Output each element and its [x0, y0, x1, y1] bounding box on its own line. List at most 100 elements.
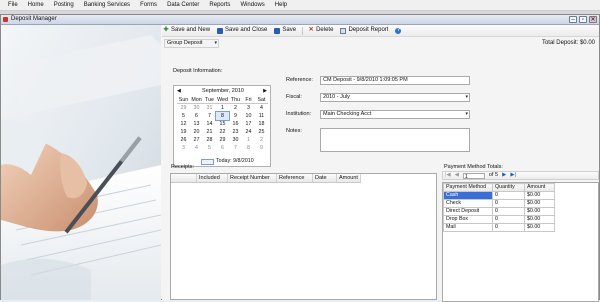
calendar-day[interactable]: 21: [203, 128, 216, 136]
calendar-day[interactable]: 9: [229, 112, 242, 120]
menu-reports[interactable]: Reports: [204, 0, 235, 11]
calendar-day[interactable]: 2: [255, 136, 268, 144]
menu-home[interactable]: Home: [23, 0, 49, 11]
menu-file[interactable]: File: [2, 0, 23, 11]
menu-data-center[interactable]: Data Center: [162, 0, 204, 11]
calendar-day[interactable]: 11: [255, 112, 268, 120]
table-row[interactable]: Mail 0 $0.00: [443, 223, 555, 232]
col-payment-method[interactable]: Payment Method: [443, 183, 493, 192]
calendar[interactable]: ◀ September, 2010 ▶ Sun Mon Tue Wed Thu Fri Sa…: [173, 85, 271, 167]
calendar-day[interactable]: 12: [177, 120, 190, 128]
calendar-day[interactable]: 29: [216, 136, 229, 144]
menu-banking-services[interactable]: Banking Services: [79, 0, 135, 11]
calendar-day[interactable]: 13: [190, 120, 203, 128]
calendar-day[interactable]: 6: [190, 112, 203, 120]
page-number-input[interactable]: 1: [462, 172, 485, 180]
calendar-day[interactable]: 23: [229, 128, 242, 136]
calendar-day[interactable]: 3: [177, 144, 190, 152]
amount-cell[interactable]: $0.00: [524, 207, 555, 216]
menu-posting[interactable]: Posting: [49, 0, 79, 11]
calendar-next-icon[interactable]: ▶: [263, 88, 267, 95]
deposit-report-button[interactable]: Deposit Report: [339, 26, 389, 35]
amount-cell[interactable]: $0.00: [524, 223, 555, 232]
save-and-new-button[interactable]: ✚ Save and New: [162, 26, 211, 35]
amount-cell[interactable]: $0.00: [524, 215, 555, 224]
calendar-day[interactable]: 1: [216, 104, 229, 112]
calendar-day[interactable]: 17: [242, 120, 255, 128]
calendar-day[interactable]: 7: [229, 144, 242, 152]
calendar-today[interactable]: Today: 9/8/2010: [201, 158, 254, 165]
calendar-day[interactable]: 26: [177, 136, 190, 144]
quantity-cell[interactable]: 0: [492, 207, 525, 216]
calendar-day[interactable]: 6: [216, 144, 229, 152]
col-amount[interactable]: Amount: [524, 183, 555, 192]
quantity-cell[interactable]: 0: [492, 199, 525, 208]
calendar-day[interactable]: 1: [242, 136, 255, 144]
quantity-cell[interactable]: 0: [492, 191, 525, 200]
quantity-cell[interactable]: 0: [492, 215, 525, 224]
col-quantity[interactable]: Quantity: [492, 183, 525, 192]
calendar-day[interactable]: 2: [229, 104, 242, 112]
calendar-day[interactable]: 20: [190, 128, 203, 136]
delete-label: Delete: [316, 27, 334, 33]
col-reference[interactable]: Reference: [277, 174, 313, 182]
calendar-day[interactable]: 14: [203, 120, 216, 128]
table-row[interactable]: Drop Box 0 $0.00: [443, 215, 555, 224]
calendar-day[interactable]: 3: [242, 104, 255, 112]
calendar-day[interactable]: 15: [216, 120, 229, 128]
table-row[interactable]: Cash 0 $0.00: [443, 191, 555, 200]
menu-windows[interactable]: Windows: [235, 0, 269, 11]
calendar-day[interactable]: 5: [177, 112, 190, 120]
save-button[interactable]: Save: [273, 26, 297, 35]
last-page-icon[interactable]: ▶|: [510, 172, 516, 179]
col-date[interactable]: Date: [313, 174, 337, 182]
amount-cell[interactable]: $0.00: [524, 199, 555, 208]
prev-page-icon[interactable]: ◀: [455, 172, 459, 179]
quantity-cell[interactable]: 0: [492, 223, 525, 232]
calendar-day[interactable]: 4: [190, 144, 203, 152]
calendar-day[interactable]: 24: [242, 128, 255, 136]
help-button[interactable]: ?: [394, 27, 404, 34]
delete-button[interactable]: ✕ Delete: [307, 26, 334, 35]
receipts-grid[interactable]: Included Receipt Number Reference Date A…: [170, 173, 437, 300]
institution-label: Institution:: [286, 111, 312, 117]
calendar-day[interactable]: 18: [255, 120, 268, 128]
maximize-button[interactable]: ▫: [579, 16, 587, 23]
calendar-day[interactable]: 5: [203, 144, 216, 152]
save-and-close-button[interactable]: Save and Close: [216, 26, 268, 35]
col-included[interactable]: Included: [197, 174, 228, 182]
fiscal-dropdown[interactable]: 2010 - July ▾: [320, 93, 470, 102]
calendar-day[interactable]: 8: [215, 111, 230, 121]
notes-field[interactable]: [320, 128, 470, 152]
calendar-day[interactable]: 27: [190, 136, 203, 144]
menu-forms[interactable]: Forms: [135, 0, 162, 11]
calendar-day[interactable]: 25: [255, 128, 268, 136]
table-row[interactable]: Check 0 $0.00: [443, 199, 555, 208]
minimize-button[interactable]: –: [569, 16, 577, 23]
amount-cell[interactable]: $0.00: [524, 191, 555, 200]
first-page-icon[interactable]: |◀: [445, 172, 451, 179]
close-button[interactable]: ✕: [589, 16, 597, 23]
calendar-day[interactable]: 30: [190, 104, 203, 112]
calendar-day[interactable]: 29: [177, 104, 190, 112]
calendar-day[interactable]: 22: [216, 128, 229, 136]
calendar-day[interactable]: 8: [242, 144, 255, 152]
col-receipt-number[interactable]: Receipt Number: [228, 174, 277, 182]
institution-dropdown[interactable]: Main Checking Acct ▾: [320, 110, 470, 119]
calendar-day[interactable]: 4: [255, 104, 268, 112]
calendar-day[interactable]: 10: [242, 112, 255, 120]
table-row[interactable]: Direct Deposit 0 $0.00: [443, 207, 555, 216]
calendar-day[interactable]: 9: [255, 144, 268, 152]
calendar-day[interactable]: 31: [203, 104, 216, 112]
next-page-icon[interactable]: ▶: [502, 172, 506, 179]
calendar-day[interactable]: 30: [229, 136, 242, 144]
group-deposit-dropdown[interactable]: Group Deposit ▾: [164, 39, 219, 48]
calendar-day[interactable]: 19: [177, 128, 190, 136]
calendar-grid: Sun Mon Tue Wed Thu Fri Sat 29 30 31 1 2 3 4 5 6 7 8 9 10 11…: [177, 96, 269, 152]
calendar-day[interactable]: 16: [229, 120, 242, 128]
menu-help[interactable]: Help: [270, 0, 292, 11]
calendar-day[interactable]: 28: [203, 136, 216, 144]
col-amount[interactable]: Amount: [337, 174, 361, 182]
reference-field[interactable]: CM Deposit - 9/8/2010 1:09:05 PM: [320, 76, 470, 85]
calendar-day[interactable]: 7: [203, 112, 216, 120]
